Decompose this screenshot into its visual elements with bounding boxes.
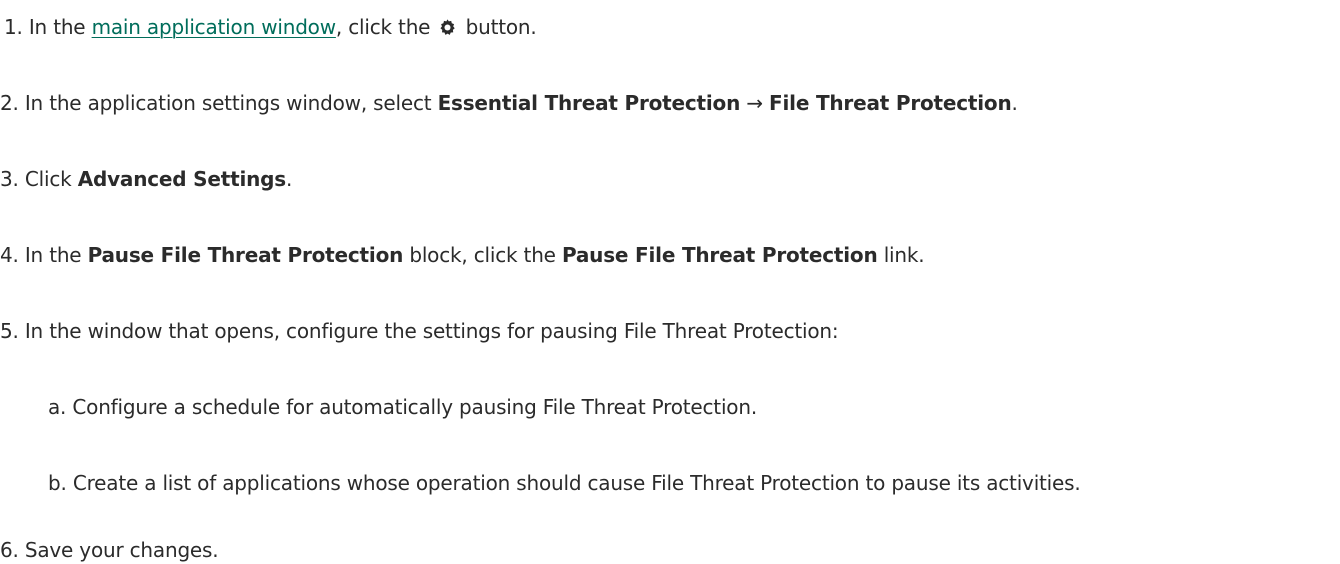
- step-6: 6. Save your changes.: [0, 536, 219, 564]
- step-text: , click the: [335, 15, 431, 39]
- step-4: 4. In the Pause File Threat Protection b…: [0, 241, 925, 269]
- step-text: Save your changes.: [24, 538, 219, 562]
- step-2: 2. In the application settings window, s…: [0, 89, 1018, 117]
- instructions-list: 1. In the main application window, click…: [0, 0, 1340, 563]
- step-5a: a. Configure a schedule for automaticall…: [48, 393, 757, 421]
- gear-icon: [438, 18, 457, 37]
- step-text: link.: [883, 243, 925, 267]
- step-text: Click: [24, 167, 72, 191]
- pause-link-label: Pause File Threat Protection: [561, 243, 878, 267]
- step-1: 1. In the main application window, click…: [0, 13, 537, 41]
- step-text: In the: [24, 243, 82, 267]
- step-3: 3. Click Advanced Settings.: [0, 165, 292, 193]
- arrow-icon: →: [746, 91, 763, 115]
- step-number: 5.: [0, 319, 19, 343]
- step-text: block, click the: [409, 243, 556, 267]
- step-number: b.: [48, 471, 67, 495]
- step-number: a.: [48, 395, 67, 419]
- pause-block-label: Pause File Threat Protection: [87, 243, 404, 267]
- step-number: 1.: [4, 15, 23, 39]
- main-application-window-link[interactable]: main application window: [92, 15, 336, 39]
- step-5b: b. Create a list of applications whose o…: [48, 469, 1081, 497]
- step-text: .: [1011, 91, 1018, 115]
- step-5: 5. In the window that opens, configure t…: [0, 317, 839, 345]
- step-number: 3.: [0, 167, 19, 191]
- step-text: .: [285, 167, 293, 191]
- step-text: In the: [28, 15, 86, 39]
- menu-path-file-threat-protection: File Threat Protection: [769, 91, 1012, 115]
- step-number: 2.: [0, 91, 19, 115]
- step-number: 6.: [0, 538, 19, 562]
- step-text: Configure a schedule for automatically p…: [72, 395, 757, 419]
- step-text: Create a list of applications whose oper…: [72, 471, 1081, 495]
- step-text: In the window that opens, configure the …: [24, 319, 839, 343]
- menu-path-essential-threat-protection: Essential Threat Protection: [437, 91, 741, 115]
- advanced-settings-label: Advanced Settings: [77, 167, 286, 191]
- step-text: In the application settings window, sele…: [24, 91, 432, 115]
- step-text: button.: [465, 15, 537, 39]
- step-number: 4.: [0, 243, 19, 267]
